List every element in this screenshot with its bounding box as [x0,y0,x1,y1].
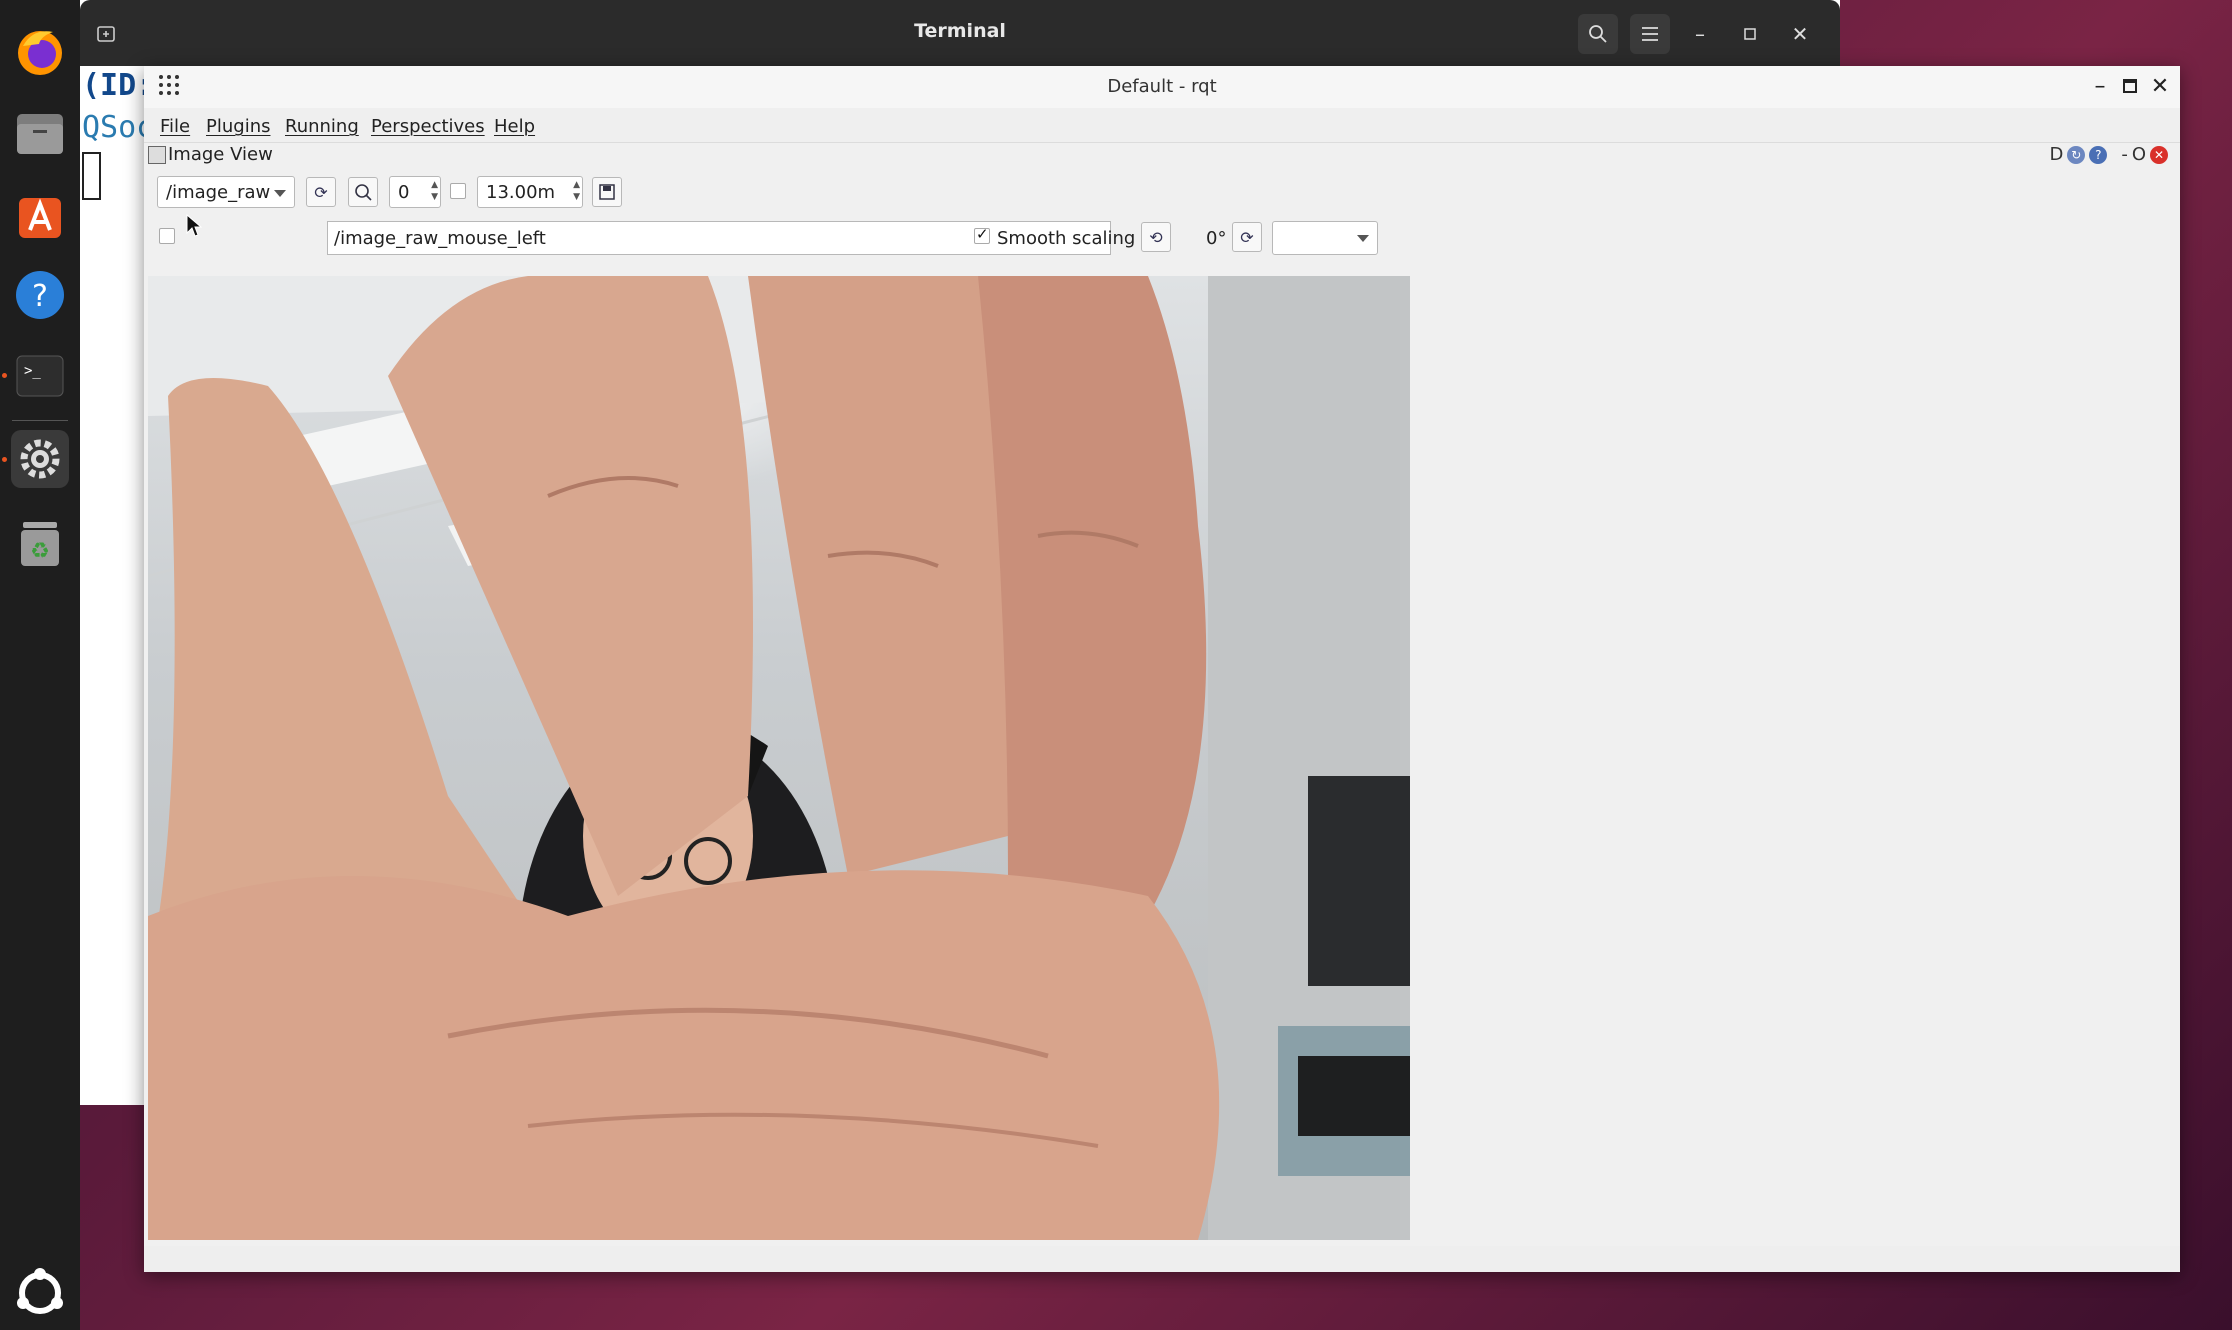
dynamic-range-checkbox[interactable] [450,183,466,199]
terminal-cursor [82,152,101,200]
plugin-controls: D ↻ ? - O ✕ [2049,144,2168,165]
close-plugin-icon[interactable]: ✕ [2150,145,2168,164]
menu-bar: File Plugins Running Perspectives Help [144,108,2180,143]
menu-running[interactable]: Running [285,116,359,137]
running-indicator [2,373,7,378]
minimize-icon[interactable]: – [1680,14,1720,54]
close-icon[interactable]: ✕ [1780,14,1820,54]
maximize-icon[interactable] [2118,74,2142,99]
svg-text:♻: ♻ [30,539,50,564]
mouse-topic-input[interactable]: /image_raw_mouse_left [327,221,1111,255]
chevron-down-icon [274,190,286,197]
trash-icon[interactable]: ♻ [11,514,69,572]
terminal-title: Terminal [914,20,1006,42]
menu-file[interactable]: File [160,116,190,137]
search-icon[interactable] [1578,14,1618,54]
max-range-value: 13.00m [486,182,556,203]
rqt-title: Default - rqt [1107,76,1217,97]
rqt-titlebar: Default - rqt – ✕ [144,66,2180,108]
smooth-scaling-checkbox[interactable] [974,225,990,244]
plugin-title: Image View [168,144,273,165]
help-icon[interactable]: ? [11,266,69,324]
show-apps-icon[interactable] [11,1264,69,1322]
app-center-icon[interactable] [11,186,69,244]
help-icon[interactable]: ? [2089,145,2108,164]
chevron-down-icon [1357,235,1369,242]
maximize-icon[interactable] [1730,14,1770,54]
firefox-icon[interactable] [11,22,69,80]
refresh-topics-icon[interactable]: ⟳ [306,177,336,207]
menu-help[interactable]: Help [494,116,535,137]
reload-icon[interactable]: ↻ [2067,145,2086,164]
publish-mouse-checkbox[interactable] [159,228,175,244]
color-scheme-combobox[interactable] [1272,221,1378,255]
dock-separator [12,420,68,421]
image-view-icon [148,146,166,164]
terminal-icon[interactable]: >_ [11,346,69,404]
save-image-icon[interactable] [592,177,622,207]
spin-arrows-icon[interactable]: ▲ ▼ [431,179,438,203]
close-icon[interactable]: ✕ [2148,74,2172,99]
hamburger-menu-icon[interactable] [1630,14,1670,54]
zoom-spinbox[interactable]: 0 ▲ ▼ [389,176,441,208]
running-indicator [2,457,7,462]
svg-text:>_: >_ [24,363,41,379]
rotate-right-icon[interactable]: ⟳ [1232,222,1262,252]
rotation-label: 0° [1206,228,1227,249]
svg-text:?: ? [32,279,48,314]
terminal-titlebar: Terminal – ✕ [80,0,1840,66]
minimize-icon[interactable]: – [2088,74,2112,99]
minimize-plugin-button[interactable]: - [2121,144,2128,165]
zoom-spinbox-value: 0 [398,182,410,203]
dock-toggle-button[interactable]: D [2049,144,2063,165]
camera-frame-illustration [148,276,1410,1240]
camera-image[interactable] [148,276,1410,1240]
status-bar [144,1246,2180,1272]
mouse-topic-value: /image_raw_mouse_left [334,228,546,249]
settings-icon[interactable] [11,430,69,488]
smooth-scaling-label: Smooth scaling [997,228,1136,249]
float-plugin-button[interactable]: O [2132,144,2146,165]
rotate-left-icon[interactable]: ⟲ [1141,222,1171,252]
rqt-window[interactable]: Default - rqt – ✕ File Plugins Running P… [144,66,2180,1272]
files-icon[interactable] [11,104,69,162]
mouse-cursor-icon [186,214,202,237]
menu-perspectives[interactable]: Perspectives [371,116,485,137]
menu-plugins[interactable]: Plugins [206,116,270,137]
topic-combobox[interactable]: /image_raw [157,176,295,208]
max-range-spinbox[interactable]: 13.00m ▲ ▼ [477,176,583,208]
dock: ? >_ ♻ [0,0,80,1330]
topic-combobox-value: /image_raw [166,182,271,203]
spin-arrows-icon[interactable]: ▲ ▼ [573,179,580,203]
zoom-1-icon[interactable] [348,177,378,207]
